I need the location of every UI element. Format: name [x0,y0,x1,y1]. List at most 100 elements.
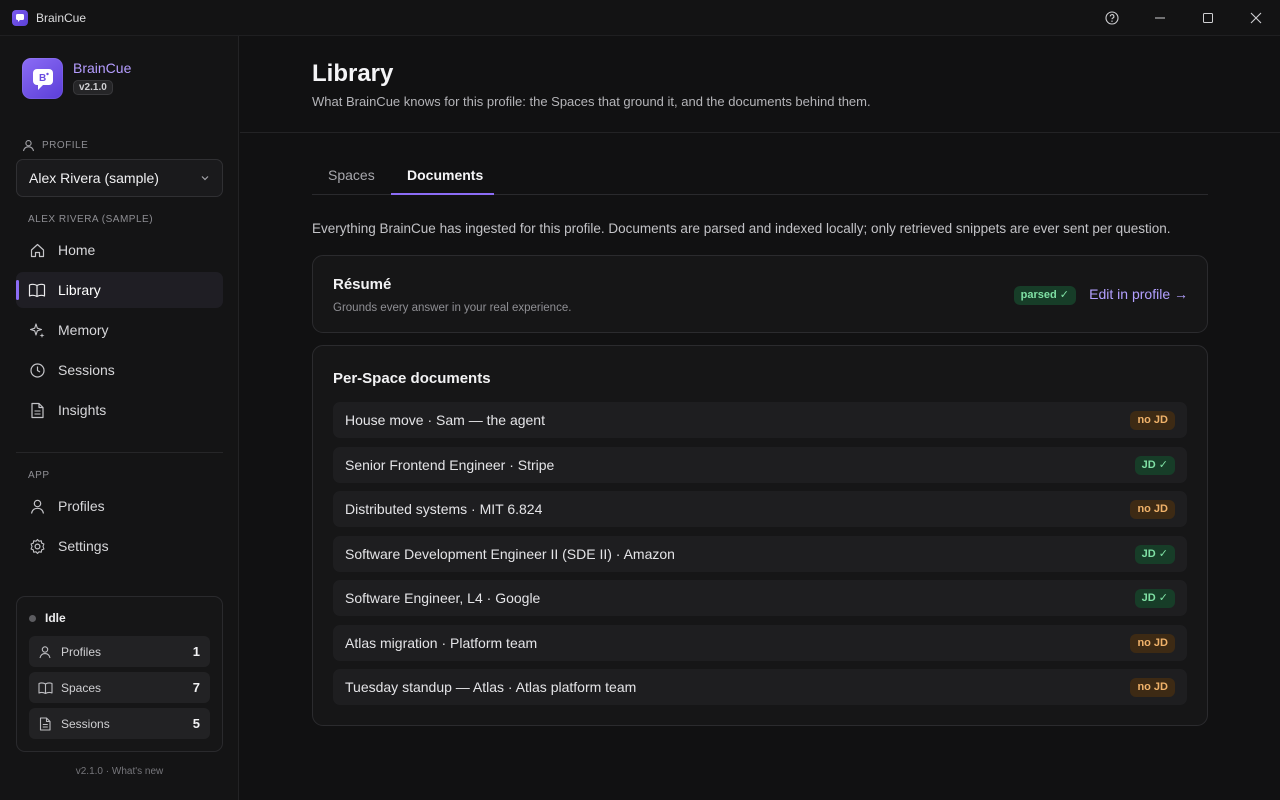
stat-profiles-label: Profiles [61,644,102,659]
stat-sessions-label: Sessions [61,716,110,731]
nav-profiles-label: Profiles [58,498,105,514]
document-label: Distributed systems · MIT 6.824 [345,501,543,517]
status-label: Idle [45,611,66,625]
app-icon [12,9,28,26]
document-row[interactable]: Tuesday standup — Atlas · Atlas platform… [333,669,1187,705]
resume-title: Résumé [333,276,392,293]
documents-description: Everything BrainCue has ingested for thi… [312,221,1171,236]
parsed-badge: parsed ✓ [1013,286,1076,305]
nav-insights-label: Insights [58,402,107,418]
status-dot [29,614,36,622]
tab-spaces[interactable]: Spaces [328,167,375,183]
status-indicator: Idle [29,611,66,625]
profile-select-value: Alex Rivera (sample) [29,170,159,186]
nav-settings[interactable]: Settings [16,528,223,564]
resume-card: Résumé Grounds every answer in your real… [312,255,1208,333]
book-icon [37,681,53,694]
document-row[interactable]: Software Engineer, L4 · Google JD ✓ [333,580,1187,616]
document-label: Software Development Engineer II (SDE II… [345,546,675,562]
nav-section-label: ALEX RIVERA (SAMPLE) [28,214,154,225]
profile-select[interactable]: Alex Rivera (sample) [16,159,223,197]
stat-sessions[interactable]: Sessions 5 [29,708,210,739]
edit-in-profile-link[interactable]: Edit in profile → [1089,286,1188,302]
active-tab-indicator [391,193,494,195]
brand-logo: B [22,58,63,99]
document-label: Atlas migration · Platform team [345,635,538,651]
nav-settings-label: Settings [58,538,109,554]
main-content: Library What BrainCue knows for this pro… [240,36,1280,800]
title-bar: BrainCue [0,0,1280,36]
minimize-button[interactable] [1136,0,1184,36]
maximize-button[interactable] [1184,0,1232,36]
page-header: Library What BrainCue knows for this pro… [240,36,1280,133]
document-label: Software Engineer, L4 · Google [345,590,541,606]
nav-insights[interactable]: Insights [16,392,223,428]
document-icon [39,716,51,731]
tab-bar: Spaces Documents [312,159,1208,195]
chevron-down-icon [201,176,209,181]
jd-status-badge: JD ✓ [1134,545,1175,564]
profile-section-label: PROFILE [22,139,88,152]
clock-icon [29,362,45,378]
help-icon [1105,11,1119,25]
whats-new-link[interactable]: v2.1.0 · What's new [0,766,239,777]
document-row[interactable]: House move · Sam — the agent no JD [333,402,1187,438]
window-title: BrainCue [36,10,87,25]
nav-memory[interactable]: Memory [16,312,223,348]
stat-sessions-count: 5 [192,716,200,731]
page-title: Library [312,60,394,87]
sidebar-divider [16,452,223,453]
document-icon [30,402,44,418]
nav-library-label: Library [58,282,101,298]
jd-status-badge: no JD [1130,411,1175,430]
home-icon [30,243,44,257]
brand: B BrainCue v2.1.0 [22,58,131,99]
stat-spaces[interactable]: Spaces 7 [29,672,210,703]
app-section-label: APP [28,470,50,481]
close-button[interactable] [1232,0,1280,36]
jd-status-badge: no JD [1130,678,1175,697]
user-icon [30,499,44,514]
close-icon [1250,12,1262,24]
stat-profiles-count: 1 [192,644,200,659]
document-label: Tuesday standup — Atlas · Atlas platform… [345,679,637,695]
document-row[interactable]: Atlas migration · Platform team no JD [333,625,1187,661]
nav-library[interactable]: Library [16,272,223,308]
document-row[interactable]: Senior Frontend Engineer · Stripe JD ✓ [333,447,1187,483]
jd-status-badge: no JD [1130,500,1175,519]
maximize-icon [1203,13,1213,23]
sidebar: B BrainCue v2.1.0 PROFILE Alex Rivera (s… [0,36,239,800]
nav-home-label: Home [58,242,96,258]
minimize-icon [1155,17,1165,19]
per-space-documents-card: Per-Space documents House move · Sam — t… [312,345,1208,726]
gear-icon [30,538,44,554]
svg-text:B: B [39,73,46,84]
jd-status-badge: JD ✓ [1134,589,1175,608]
per-space-title: Per-Space documents [333,370,491,387]
stat-spaces-count: 7 [192,680,200,695]
nav-sessions[interactable]: Sessions [16,352,223,388]
stat-spaces-label: Spaces [61,680,102,695]
tab-documents[interactable]: Documents [407,167,483,183]
book-icon [28,283,46,297]
page-subtitle: What BrainCue knows for this profile: th… [312,94,871,109]
version-badge: v2.1.0 [73,80,113,95]
document-label: Senior Frontend Engineer · Stripe [345,457,555,473]
user-icon [22,140,35,152]
jd-status-badge: no JD [1130,634,1175,653]
user-icon [39,645,51,658]
nav-sessions-label: Sessions [58,362,115,378]
status-card: Idle Profiles 1 Spaces 7 Sessions 5 [16,596,223,752]
jd-status-badge: JD ✓ [1134,456,1175,475]
help-button[interactable] [1088,0,1136,36]
sparkle-icon [29,322,44,338]
document-label: House move · Sam — the agent [345,412,545,428]
stat-profiles[interactable]: Profiles 1 [29,636,210,667]
nav-memory-label: Memory [58,322,109,338]
nav-home[interactable]: Home [16,232,223,268]
resume-subtitle: Grounds every answer in your real experi… [333,302,572,314]
brand-name: BrainCue [73,60,132,76]
document-row[interactable]: Distributed systems · MIT 6.824 no JD [333,491,1187,527]
nav-profiles[interactable]: Profiles [16,488,223,524]
document-row[interactable]: Software Development Engineer II (SDE II… [333,536,1187,572]
